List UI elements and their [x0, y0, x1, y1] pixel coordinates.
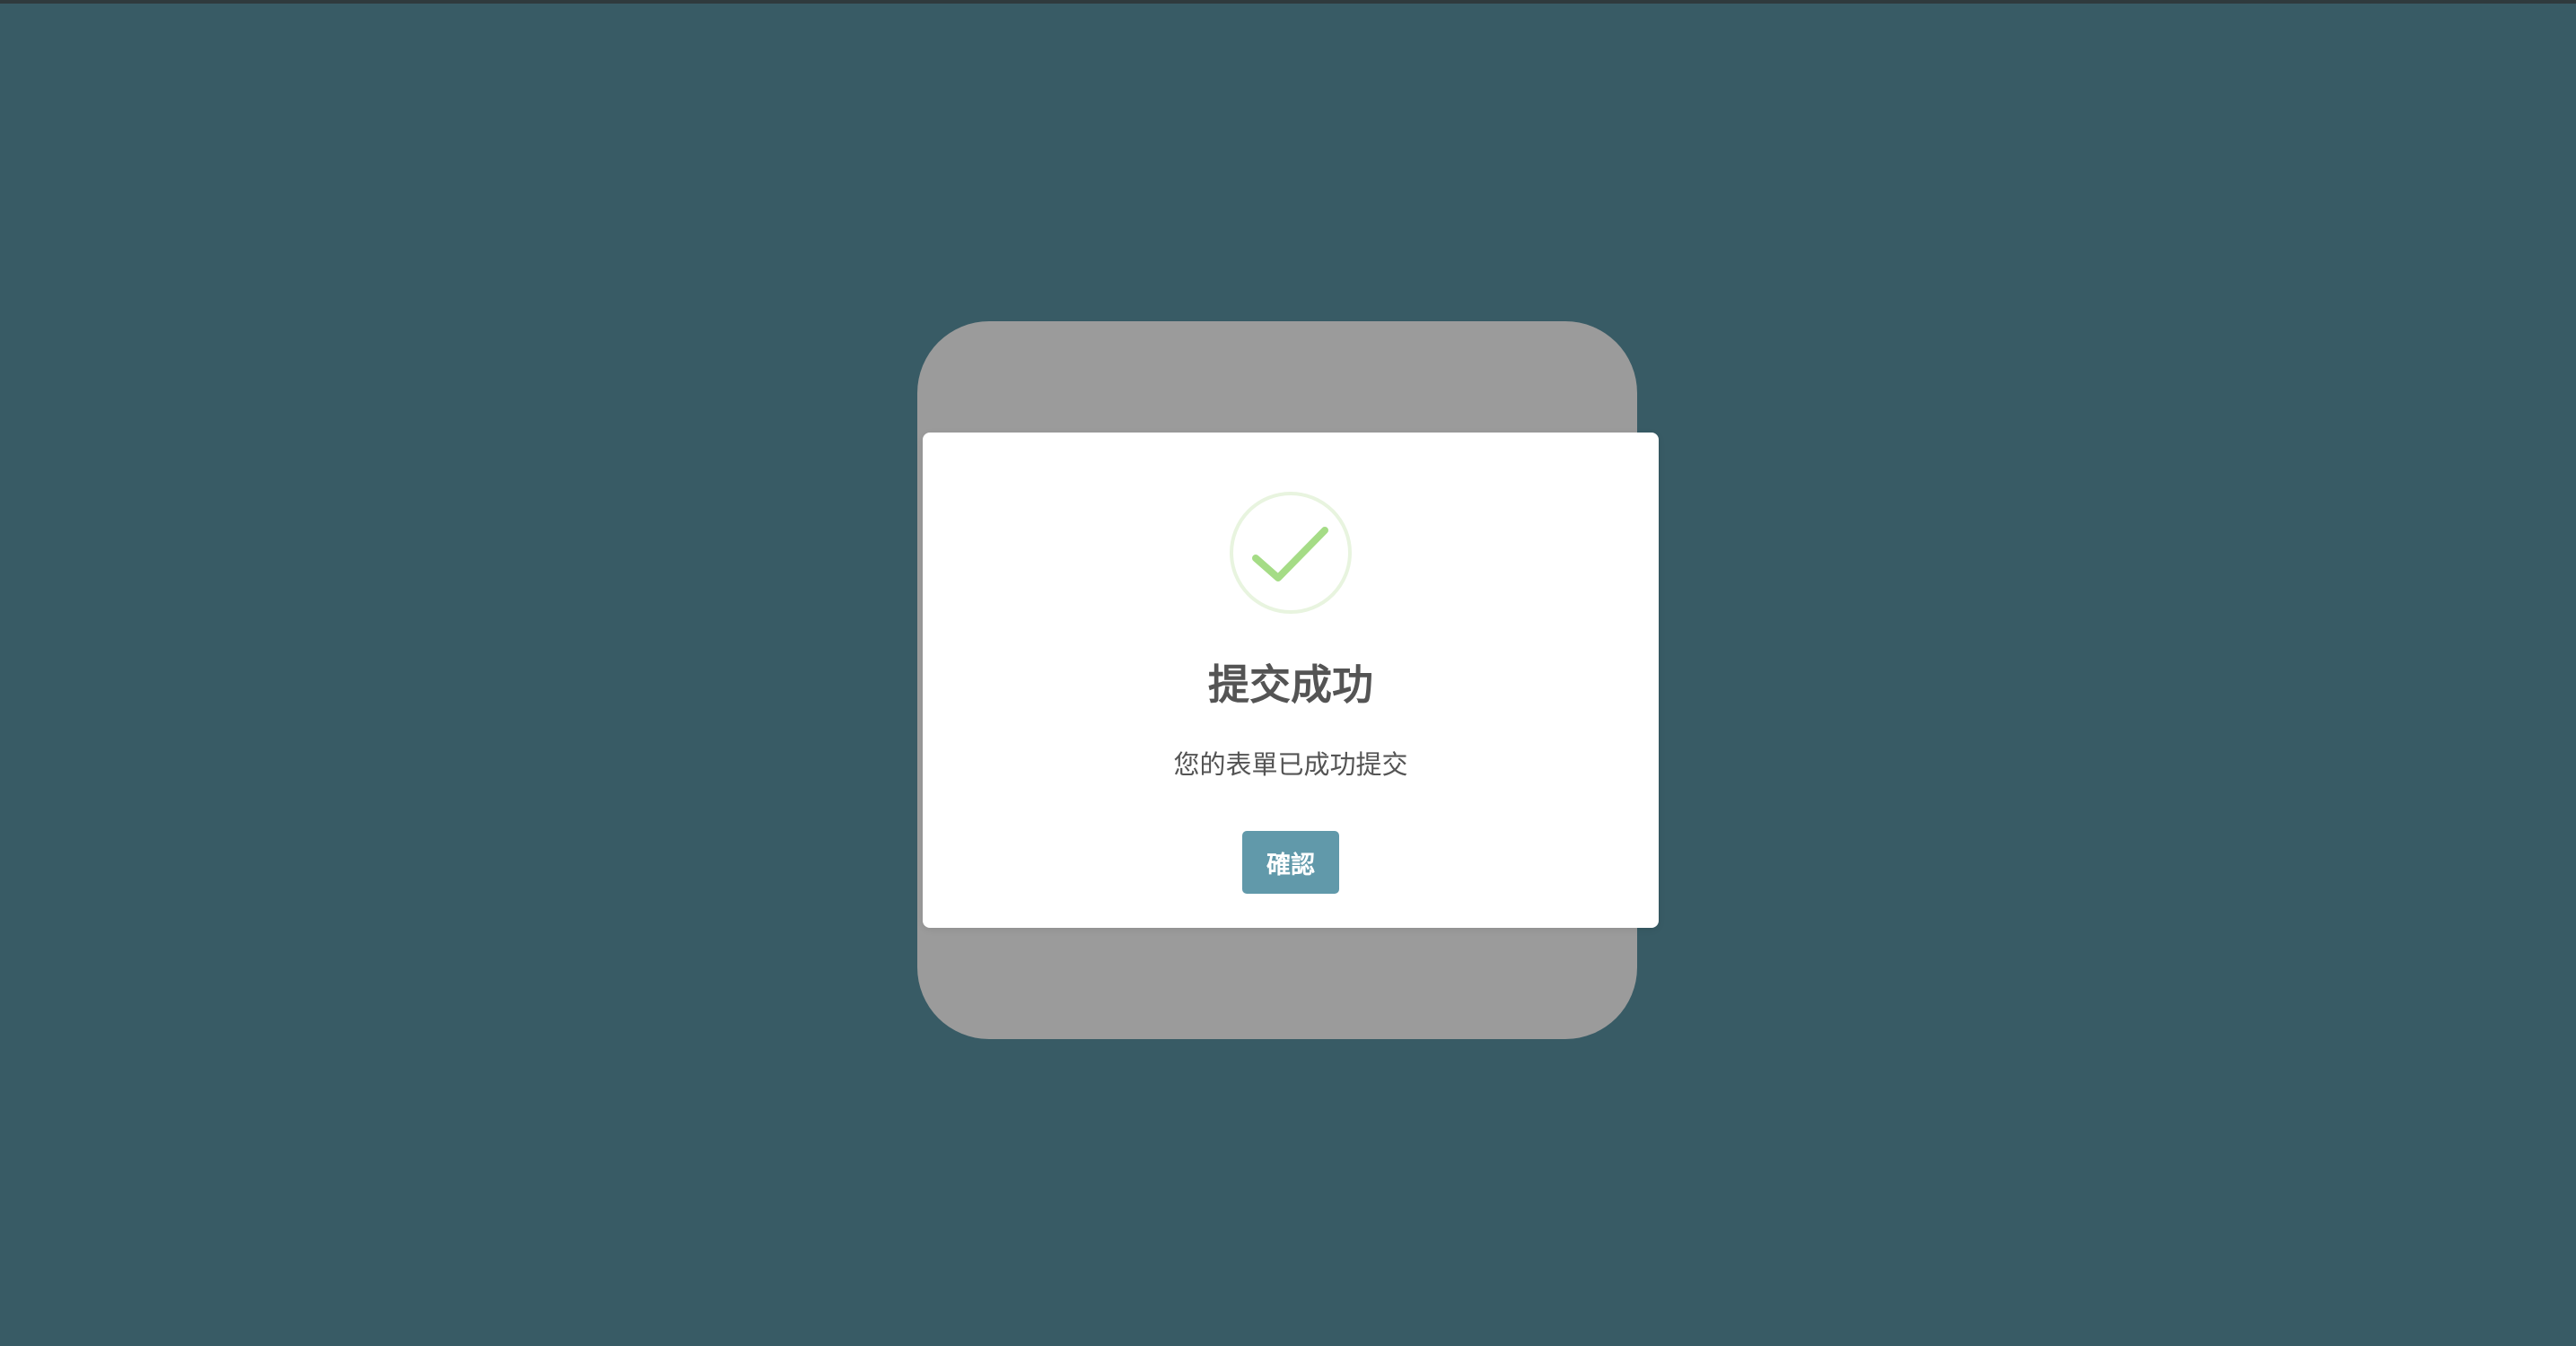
success-dialog: 提交成功 您的表單已成功提交 確認 — [923, 433, 1659, 928]
dialog-message: 您的表單已成功提交 — [1173, 749, 1408, 780]
top-edge-bar — [0, 0, 2576, 4]
confirm-button[interactable]: 確認 — [1242, 831, 1339, 894]
success-check-icon — [1228, 490, 1354, 616]
dialog-title: 提交成功 — [1208, 660, 1373, 709]
